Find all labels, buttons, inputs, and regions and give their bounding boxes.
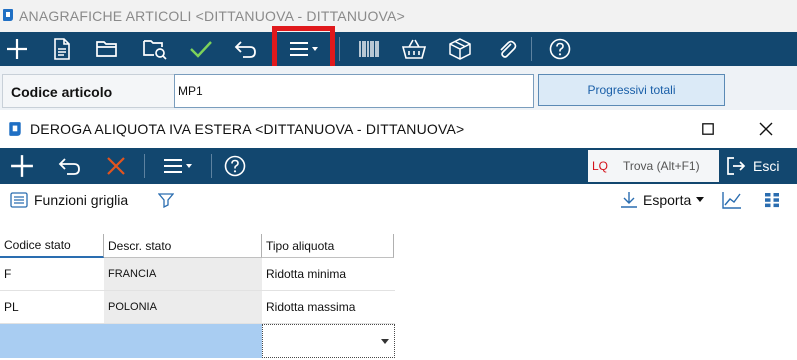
- code-label: Codice articolo: [2, 74, 174, 108]
- download-icon: [621, 192, 637, 208]
- check-icon: [190, 41, 212, 58]
- background-window-titlebar: ANAGRAFICHE ARTICOLI <DITTANUOVA - DITTA…: [0, 0, 797, 32]
- chart-button[interactable]: [722, 191, 742, 214]
- cell-codice-stato[interactable]: PL: [0, 291, 104, 323]
- undo-button[interactable]: [52, 148, 88, 184]
- code-input[interactable]: MP1: [174, 74, 534, 108]
- grid-functions-label: Funzioni griglia: [34, 192, 129, 208]
- background-window-title: ANAGRAFICHE ARTICOLI <DITTANUOVA - DITTA…: [19, 8, 405, 24]
- paperclip-icon: [500, 40, 517, 58]
- filter-icon: [157, 193, 175, 209]
- cell-descr-stato: FRANCIA: [104, 258, 262, 290]
- package-button[interactable]: [443, 32, 477, 66]
- search-input[interactable]: Trova (Alt+F1): [623, 159, 700, 173]
- toolbar-separator: [144, 154, 145, 178]
- help-icon: [549, 38, 571, 60]
- grid-functions-button[interactable]: Funzioni griglia: [10, 192, 128, 208]
- hamburger-menu-icon: [164, 159, 192, 173]
- help-button[interactable]: [218, 148, 252, 184]
- new-document-icon: [54, 38, 70, 60]
- column-header-tipo-aliquota[interactable]: Tipo aliquota: [262, 234, 394, 258]
- folder-open-icon: [96, 41, 117, 57]
- exit-label: Esci: [753, 158, 780, 174]
- new-document-button[interactable]: [45, 32, 79, 66]
- new-row[interactable]: [0, 324, 395, 358]
- search-box: LQ Trova (Alt+F1): [588, 150, 719, 182]
- open-button[interactable]: [88, 32, 126, 66]
- list-icon: [10, 192, 28, 208]
- dialog-title: DEROGA ALIQUOTA IVA ESTERA <DITTANUOVA -…: [30, 121, 465, 137]
- new-record-button[interactable]: [0, 32, 34, 66]
- table-row[interactable]: F FRANCIA Ridotta minima: [0, 258, 395, 291]
- table-row[interactable]: PL POLONIA Ridotta massima: [0, 291, 395, 324]
- chevron-down-icon[interactable]: [381, 339, 389, 344]
- export-button[interactable]: Esporta: [620, 191, 705, 209]
- grid-layout-icon: [765, 193, 779, 208]
- layout-button[interactable]: [764, 192, 780, 213]
- barcode-icon: [359, 41, 379, 57]
- basket-icon: [401, 39, 427, 59]
- menu-dropdown-button[interactable]: [154, 148, 202, 184]
- dialog-titlebar: DEROGA ALIQUOTA IVA ESTERA <DITTANUOVA -…: [0, 112, 797, 146]
- toolbar-separator: [339, 37, 340, 61]
- confirm-button[interactable]: [184, 32, 218, 66]
- undo-button[interactable]: [229, 32, 263, 66]
- export-label: Esporta: [643, 192, 692, 208]
- cell-tipo-aliquota[interactable]: Ridotta massima: [262, 291, 394, 323]
- cell-tipo-aliquota[interactable]: Ridotta minima: [262, 258, 394, 290]
- new-row-selection[interactable]: [0, 324, 262, 358]
- close-icon: [759, 122, 773, 136]
- chevron-down-icon: [696, 197, 705, 202]
- exit-icon: [727, 157, 746, 175]
- toolbar-separator: [531, 37, 532, 61]
- delete-x-icon: [107, 157, 125, 175]
- exit-button[interactable]: Esci: [725, 148, 791, 184]
- cell-descr-stato: POLONIA: [104, 291, 262, 323]
- tipo-aliquota-select[interactable]: [262, 324, 395, 358]
- add-row-button[interactable]: [4, 148, 40, 184]
- app-logo-icon: [9, 122, 21, 136]
- close-button[interactable]: [749, 112, 783, 146]
- basket-button[interactable]: [395, 32, 433, 66]
- filter-button[interactable]: [157, 192, 175, 213]
- plus-icon: [11, 155, 33, 177]
- line-chart-icon: [722, 192, 741, 209]
- column-header-codice-stato[interactable]: Codice stato: [0, 234, 104, 258]
- grid-toolbar: Funzioni griglia Esporta: [0, 184, 797, 216]
- plus-icon: [7, 39, 27, 59]
- table-header-row: Codice stato Descr. stato Tipo aliquota: [0, 234, 395, 258]
- toolbar-separator: [211, 154, 212, 178]
- attachments-button[interactable]: [490, 32, 524, 66]
- folder-search-icon: [143, 40, 167, 60]
- background-toolbar: [0, 32, 797, 66]
- maximize-icon: [702, 123, 714, 135]
- maximize-button[interactable]: [691, 112, 725, 146]
- search-prefix-badge: LQ: [592, 159, 609, 173]
- column-header-descr-stato[interactable]: Descr. stato: [104, 234, 262, 258]
- delete-button[interactable]: [98, 148, 134, 184]
- barcode-button[interactable]: [352, 32, 386, 66]
- undo-icon: [58, 158, 80, 175]
- help-icon: [224, 155, 246, 177]
- help-button[interactable]: [543, 32, 577, 66]
- package-icon: [449, 38, 471, 60]
- open-filtered-button[interactable]: [136, 32, 174, 66]
- undo-icon: [234, 41, 256, 58]
- cell-codice-stato[interactable]: F: [0, 258, 104, 290]
- progressivi-totali-button[interactable]: Progressivi totali: [538, 74, 725, 106]
- app-logo-icon: [3, 9, 13, 21]
